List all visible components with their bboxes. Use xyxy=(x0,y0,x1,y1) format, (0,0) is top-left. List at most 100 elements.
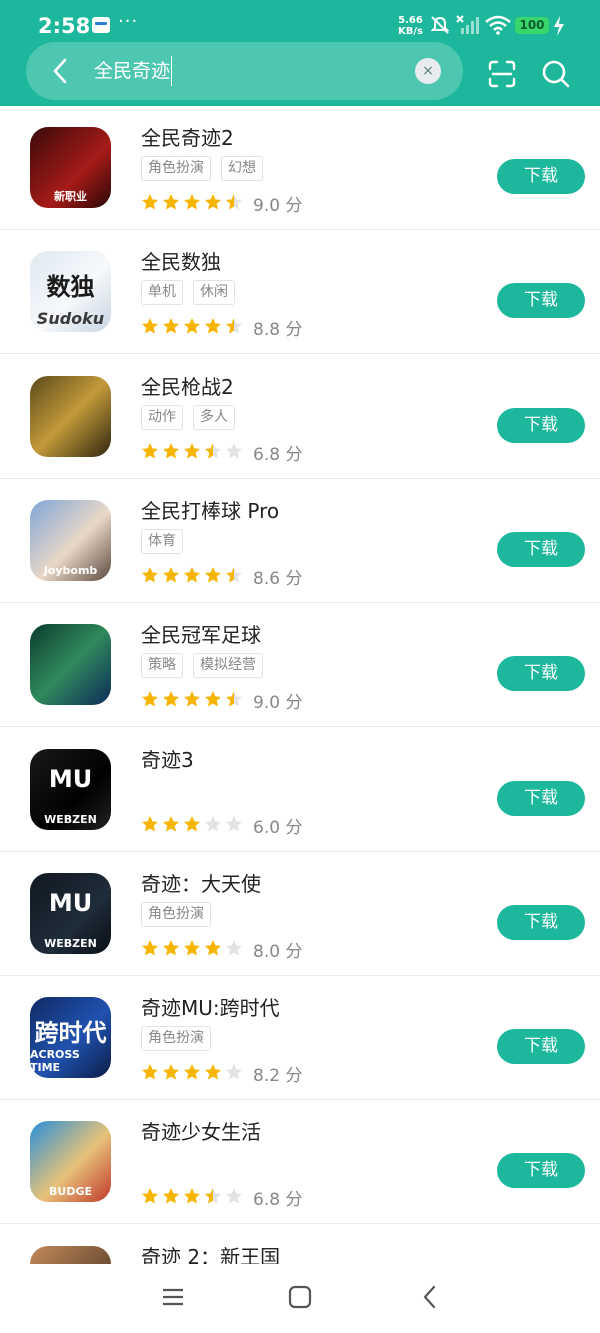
star-icon xyxy=(226,815,242,831)
search-results-list[interactable]: 新职业 全民奇迹2 角色扮演 幻想 9.0 分下载 数独 Sudoku 全民数独 单机 休闲 8.8… xyxy=(0,106,600,1264)
star-icon xyxy=(142,815,158,831)
app-list-item[interactable]: MU WEBZEN 奇迹：大天使 角色扮演 8.0 分 下载 xyxy=(0,852,600,976)
app-icon[interactable] xyxy=(30,375,111,457)
app-list-item[interactable]: 跨时代 ACROSS TIME 奇迹MU:跨时代 角色扮演 8.2 分 下载 xyxy=(0,976,600,1101)
category-tag[interactable]: 休闲 xyxy=(193,280,235,306)
mute-bell-icon xyxy=(430,16,450,34)
star-icon xyxy=(184,442,200,459)
star-icon xyxy=(163,318,179,334)
back-arrow-icon[interactable] xyxy=(46,56,76,86)
rating-score: 6.8 分 xyxy=(253,444,303,465)
star-icon xyxy=(226,1064,242,1080)
app-list-item[interactable]: 全民冠军足球 策略 模拟经营 9.0 分 下载 xyxy=(0,603,600,728)
star-icon xyxy=(226,939,242,956)
star-icon xyxy=(226,1188,242,1204)
category-tag[interactable]: 幻想 xyxy=(221,156,263,181)
app-icon-caption: ACROSS TIME xyxy=(30,1048,80,1075)
app-list-item[interactable]: 全民枪战2 动作 多人 6.8 分 下载 xyxy=(0,355,600,479)
star-icon xyxy=(205,815,221,831)
app-icon-logo: MU xyxy=(48,888,93,917)
star-icon xyxy=(226,691,242,707)
app-icon-logo: 数独 xyxy=(46,273,95,302)
app-icon[interactable]: MU WEBZEN xyxy=(30,748,111,830)
system-nav-bar xyxy=(0,1264,600,1333)
scan-icon[interactable] xyxy=(487,59,517,89)
category-tag[interactable]: 体育 xyxy=(141,528,183,554)
star-icon xyxy=(163,442,179,459)
star-icon xyxy=(226,318,242,334)
category-tag[interactable]: 单机 xyxy=(141,280,183,306)
star-icon xyxy=(163,815,179,831)
star-icon xyxy=(184,1188,200,1204)
app-name: 全民枪战2 xyxy=(141,374,234,399)
download-button[interactable]: 下载 xyxy=(497,283,585,319)
status-bar: 2:58 ··· 5.66 KB/s 100 xyxy=(0,0,600,42)
app-icon[interactable] xyxy=(30,624,111,706)
category-tag[interactable]: 角色扮演 xyxy=(141,1026,211,1052)
app-icon[interactable]: 新职业 xyxy=(30,127,111,208)
star-icon xyxy=(205,691,221,707)
star-icon xyxy=(163,1188,179,1204)
menu-icon[interactable] xyxy=(160,1284,186,1310)
rating-score: 8.6 分 xyxy=(253,568,303,589)
app-name: 奇迹少女生活 xyxy=(141,1120,261,1145)
app-name: 全民数独 xyxy=(141,250,221,275)
download-button[interactable]: 下载 xyxy=(497,904,585,940)
app-name: 全民打棒球 Pro xyxy=(141,498,280,523)
category-tag[interactable]: 角色扮演 xyxy=(141,901,211,927)
download-button[interactable]: 下载 xyxy=(497,1153,585,1189)
network-speed: 5.66 KB/s xyxy=(398,15,423,37)
nav-back-icon[interactable] xyxy=(417,1284,443,1310)
star-icon xyxy=(142,318,158,334)
star-icon xyxy=(184,1064,200,1080)
app-icon[interactable]: MU WEBZEN xyxy=(30,872,111,954)
app-icon-caption: BUDGE xyxy=(49,1185,92,1199)
star-icon xyxy=(184,939,200,956)
app-icon[interactable]: BUDGE xyxy=(30,1121,111,1203)
star-icon xyxy=(142,194,158,210)
app-icon-caption: 新职业 xyxy=(54,190,87,203)
app-icon[interactable]: 数独 Sudoku xyxy=(30,251,111,333)
wifi-icon xyxy=(485,15,511,35)
app-tags: 角色扮演 xyxy=(141,901,221,927)
star-icon xyxy=(184,691,200,707)
app-list-item[interactable]: 奇迹 2：新王国 xyxy=(0,1225,600,1264)
app-name: 奇迹MU:跨时代 xyxy=(141,996,280,1021)
download-button[interactable]: 下载 xyxy=(497,1029,585,1065)
app-tags: 角色扮演 xyxy=(141,1026,221,1052)
download-button[interactable]: 下载 xyxy=(497,531,585,567)
search-icon[interactable] xyxy=(541,59,571,89)
search-input[interactable]: 全民奇迹 xyxy=(94,56,173,86)
star-icon xyxy=(205,939,221,956)
app-icon[interactable] xyxy=(30,1245,111,1264)
download-button[interactable]: 下载 xyxy=(497,656,585,692)
star-icon xyxy=(226,194,242,210)
app-icon[interactable]: Joybomb xyxy=(30,499,111,581)
category-tag[interactable]: 模拟经营 xyxy=(193,653,263,679)
app-list-item[interactable]: MU WEBZEN 奇迹3 6.0 分 下载 xyxy=(0,728,600,852)
category-tag[interactable]: 角色扮演 xyxy=(141,156,211,181)
app-name: 奇迹3 xyxy=(141,747,194,772)
star-icon xyxy=(142,1064,158,1080)
download-button[interactable]: 下载 xyxy=(497,159,585,194)
search-bar[interactable]: 全民奇迹 × xyxy=(26,42,463,100)
rating-score: 8.0 分 xyxy=(253,941,303,962)
category-tag[interactable]: 多人 xyxy=(193,404,235,430)
app-icon-caption: WEBZEN xyxy=(44,812,97,826)
category-tag[interactable]: 策略 xyxy=(141,653,183,679)
star-icon xyxy=(205,194,221,210)
category-tag[interactable]: 动作 xyxy=(141,404,183,430)
clear-search-button[interactable]: × xyxy=(415,58,441,84)
app-list-item[interactable]: Joybomb 全民打棒球 Pro 体育 8.6 分 下载 xyxy=(0,479,600,603)
app-list-item[interactable]: 新职业 全民奇迹2 角色扮演 幻想 9.0 分 下载 xyxy=(0,106,600,230)
app-list-item[interactable]: BUDGE 奇迹少女生活 6.8 分 下载 xyxy=(0,1100,600,1225)
app-icon[interactable]: 跨时代 ACROSS TIME xyxy=(30,997,111,1079)
home-icon[interactable] xyxy=(287,1284,313,1310)
star-icon xyxy=(163,1064,179,1080)
download-button[interactable]: 下载 xyxy=(497,407,585,443)
app-name: 全民奇迹2 xyxy=(141,126,234,150)
download-button[interactable]: 下载 xyxy=(497,780,585,816)
app-list-item[interactable]: 数独 Sudoku 全民数独单机 休闲 8.8 分 下载 xyxy=(0,230,600,355)
rating-score: 8.8 分 xyxy=(253,320,303,341)
star-icon xyxy=(184,318,200,334)
